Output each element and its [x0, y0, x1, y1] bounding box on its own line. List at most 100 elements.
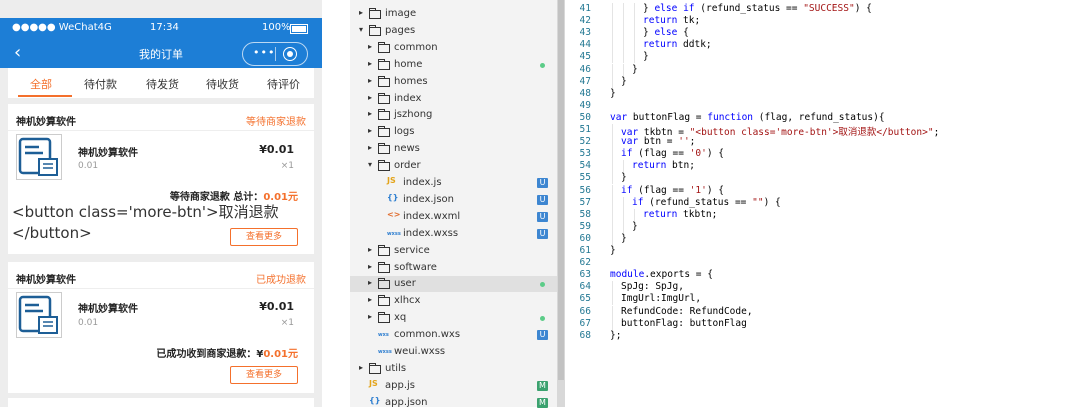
- product-thumbnail[interactable]: [16, 134, 62, 180]
- code-line[interactable]: 64 SpJg: SpJg,: [565, 281, 1080, 293]
- tree-item-news[interactable]: ▸ news: [350, 141, 557, 157]
- tree-item-index-json[interactable]: {} index.json U: [350, 192, 557, 208]
- code-line[interactable]: 52 var btn = '';: [565, 136, 1080, 148]
- chevron-right-icon[interactable]: ▸: [368, 76, 372, 85]
- code-text: }: [621, 232, 627, 244]
- code-line[interactable]: 48}: [565, 88, 1080, 100]
- tree-item-label: jszhong: [394, 109, 433, 121]
- line-number: 48: [579, 87, 591, 99]
- tree-item-homes[interactable]: ▸ homes: [350, 74, 557, 90]
- chevron-down-icon[interactable]: ▾: [368, 160, 372, 169]
- code-line[interactable]: 41} else if (refund_status == "SUCCESS")…: [565, 3, 1080, 15]
- tree-item-index-wxml[interactable]: <> index.wxml U: [350, 209, 557, 225]
- code-text: }: [643, 51, 649, 63]
- indent-guide: [612, 220, 613, 233]
- tree-item-app-json[interactable]: {} app.json M: [350, 395, 557, 411]
- indent-guide: [623, 208, 624, 221]
- tree-item-common-wxs[interactable]: wxs common.wxs U: [350, 327, 557, 343]
- chevron-right-icon[interactable]: ▸: [368, 126, 372, 135]
- code-line[interactable]: 61}: [565, 245, 1080, 257]
- tree-item-index[interactable]: ▸ index: [350, 91, 557, 107]
- chevron-right-icon[interactable]: ▸: [359, 8, 363, 17]
- tree-item-utils[interactable]: ▸ utils: [350, 361, 557, 377]
- close-miniprogram-icon[interactable]: [283, 47, 297, 61]
- untracked-badge: U: [537, 178, 548, 188]
- chevron-right-icon[interactable]: ▸: [368, 143, 372, 152]
- code-text: RefundCode: RefundCode,: [621, 305, 753, 317]
- tree-item-pages[interactable]: ▾ pages: [350, 23, 557, 39]
- code-line[interactable]: 59}: [565, 221, 1080, 233]
- chevron-right-icon[interactable]: ▸: [368, 312, 372, 321]
- product-thumbnail[interactable]: [16, 292, 62, 338]
- code-line[interactable]: 65 ImgUrl:ImgUrl,: [565, 293, 1080, 305]
- code-line[interactable]: 63 module.exports = {: [565, 269, 1080, 281]
- tree-item-user[interactable]: ▸ user: [350, 276, 557, 293]
- tab-pending-review[interactable]: 待评价: [267, 76, 300, 92]
- tab-pending-payment[interactable]: 待付款: [84, 76, 117, 92]
- code-line[interactable]: 54 return btn;: [565, 160, 1080, 172]
- code-line[interactable]: 53 if (flag == '0') {: [565, 148, 1080, 160]
- code-line[interactable]: 60}: [565, 233, 1080, 245]
- chevron-right-icon[interactable]: ▸: [368, 42, 372, 51]
- tree-item-service[interactable]: ▸ service: [350, 243, 557, 259]
- tree-item-index-wxss[interactable]: wxss index.wxss U: [350, 226, 557, 242]
- chevron-right-icon[interactable]: ▸: [359, 363, 363, 372]
- tab-all[interactable]: 全部: [30, 76, 52, 92]
- code-line[interactable]: 68};: [565, 330, 1080, 342]
- line-number: 41: [579, 3, 591, 14]
- code-line[interactable]: 66 RefundCode: RefundCode,: [565, 306, 1080, 318]
- tree-item-home[interactable]: ▸ home: [350, 57, 557, 73]
- tree-item-logs[interactable]: ▸ logs: [350, 124, 557, 140]
- code-line[interactable]: 62: [565, 257, 1080, 269]
- tree-item-xlhcx[interactable]: ▸ xlhcx: [350, 293, 557, 309]
- indent-guide: [623, 15, 624, 28]
- tree-item-common[interactable]: ▸ common: [350, 40, 557, 56]
- explorer-scrollbar[interactable]: [557, 0, 565, 407]
- more-icon[interactable]: •••: [253, 46, 275, 59]
- battery-icon: [290, 24, 308, 34]
- tree-item-weui-wxss[interactable]: wxss weui.wxss: [350, 344, 557, 360]
- code-line[interactable]: 51 var tkbtn = "<button class='more-btn'>…: [565, 124, 1080, 138]
- code-line[interactable]: 47}: [565, 76, 1080, 88]
- scrollbar-thumb[interactable]: [558, 0, 564, 380]
- order-card-partial: [8, 398, 314, 407]
- code-line[interactable]: 50 var buttonFlag = function (flag, refun…: [565, 112, 1080, 124]
- code-line[interactable]: 67 buttonFlag: buttonFlag: [565, 318, 1080, 330]
- code-line[interactable]: 58 return tkbtn;: [565, 209, 1080, 221]
- tab-pending-receipt[interactable]: 待收货: [206, 76, 239, 92]
- chevron-right-icon[interactable]: ▸: [368, 109, 372, 118]
- tree-item-app-js[interactable]: JS app.js M: [350, 378, 557, 394]
- code-line[interactable]: 56 if (flag == '1') {: [565, 185, 1080, 197]
- chevron-right-icon[interactable]: ▸: [368, 262, 372, 271]
- chevron-right-icon[interactable]: ▸: [368, 59, 372, 68]
- code-line[interactable]: 43} else {: [565, 27, 1080, 39]
- tree-item-xq[interactable]: ▸ xq: [350, 310, 557, 326]
- line-number: 51: [579, 124, 591, 135]
- folder-icon: [378, 41, 390, 53]
- chevron-right-icon[interactable]: ▸: [368, 278, 372, 287]
- code-line[interactable]: 42 return tk;: [565, 15, 1080, 27]
- tab-pending-shipment[interactable]: 待发货: [146, 76, 179, 92]
- chevron-right-icon[interactable]: ▸: [368, 245, 372, 254]
- indent-guide: [634, 39, 635, 52]
- view-more-button[interactable]: 查看更多: [230, 366, 298, 384]
- indent-guide: [623, 196, 624, 209]
- line-number: 61: [579, 245, 591, 256]
- code-line[interactable]: 55}: [565, 172, 1080, 184]
- chevron-down-icon[interactable]: ▾: [359, 25, 363, 34]
- code-line[interactable]: 49: [565, 100, 1080, 112]
- indent-guide: [612, 196, 613, 209]
- code-line[interactable]: 44 return ddtk;: [565, 39, 1080, 51]
- code-line[interactable]: 46}: [565, 64, 1080, 76]
- tree-item-jszhong[interactable]: ▸ jszhong: [350, 107, 557, 123]
- tree-item-index-js[interactable]: JS index.js U: [350, 175, 557, 191]
- code-line[interactable]: 57 if (refund_status == "") {: [565, 197, 1080, 209]
- tree-item-software[interactable]: ▸ software: [350, 260, 557, 276]
- chevron-right-icon[interactable]: ▸: [368, 93, 372, 102]
- tree-item-image[interactable]: ▸ image: [350, 6, 557, 22]
- phone-preview: ●●●●● WeChat4G 17:34 100% ‹ 我的订单 ••• 全部 …: [0, 0, 322, 407]
- chevron-right-icon[interactable]: ▸: [368, 295, 372, 304]
- tree-item-order[interactable]: ▾ order: [350, 158, 557, 174]
- code-line[interactable]: 45}: [565, 51, 1080, 63]
- code-editor[interactable]: 41} else if (refund_status == "SUCCESS")…: [565, 0, 1080, 407]
